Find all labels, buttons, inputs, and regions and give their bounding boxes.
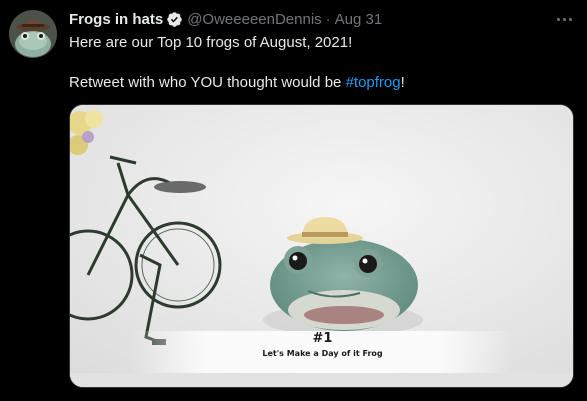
tweet-text-line-1: Here are our Top 10 frogs of August, 202… (69, 34, 353, 51)
video-caption: #1 Let's Make a Day of it Frog (70, 331, 573, 373)
timestamp[interactable]: Aug 31 (335, 11, 383, 28)
hashtag-link[interactable]: #topfrog (346, 74, 401, 91)
more-dots-icon[interactable] (552, 9, 576, 29)
handle[interactable]: @OweeeeenDennis (187, 11, 321, 28)
verified-badge-icon (167, 11, 182, 27)
tweet[interactable]: Frogs in hats @OweeeeenDennis · Aug 31 H… (0, 0, 587, 401)
tweet-text-prefix: Retweet with who YOU thought would be (69, 74, 346, 91)
avatar-frog-image (9, 10, 57, 58)
caption-rank: #1 (312, 331, 333, 346)
tweet-header: Frogs in hats @OweeeeenDennis · Aug 31 (69, 9, 382, 29)
separator-dot: · (325, 10, 331, 28)
avatar[interactable] (9, 10, 57, 58)
display-name[interactable]: Frogs in hats (69, 11, 163, 28)
media-video[interactable]: #1 Let's Make a Day of it Frog (69, 104, 574, 388)
tweet-text-line-2: Retweet with who YOU thought would be #t… (69, 74, 405, 91)
caption-title: Let's Make a Day of it Frog (262, 349, 383, 358)
tweet-text-suffix: ! (400, 74, 405, 91)
